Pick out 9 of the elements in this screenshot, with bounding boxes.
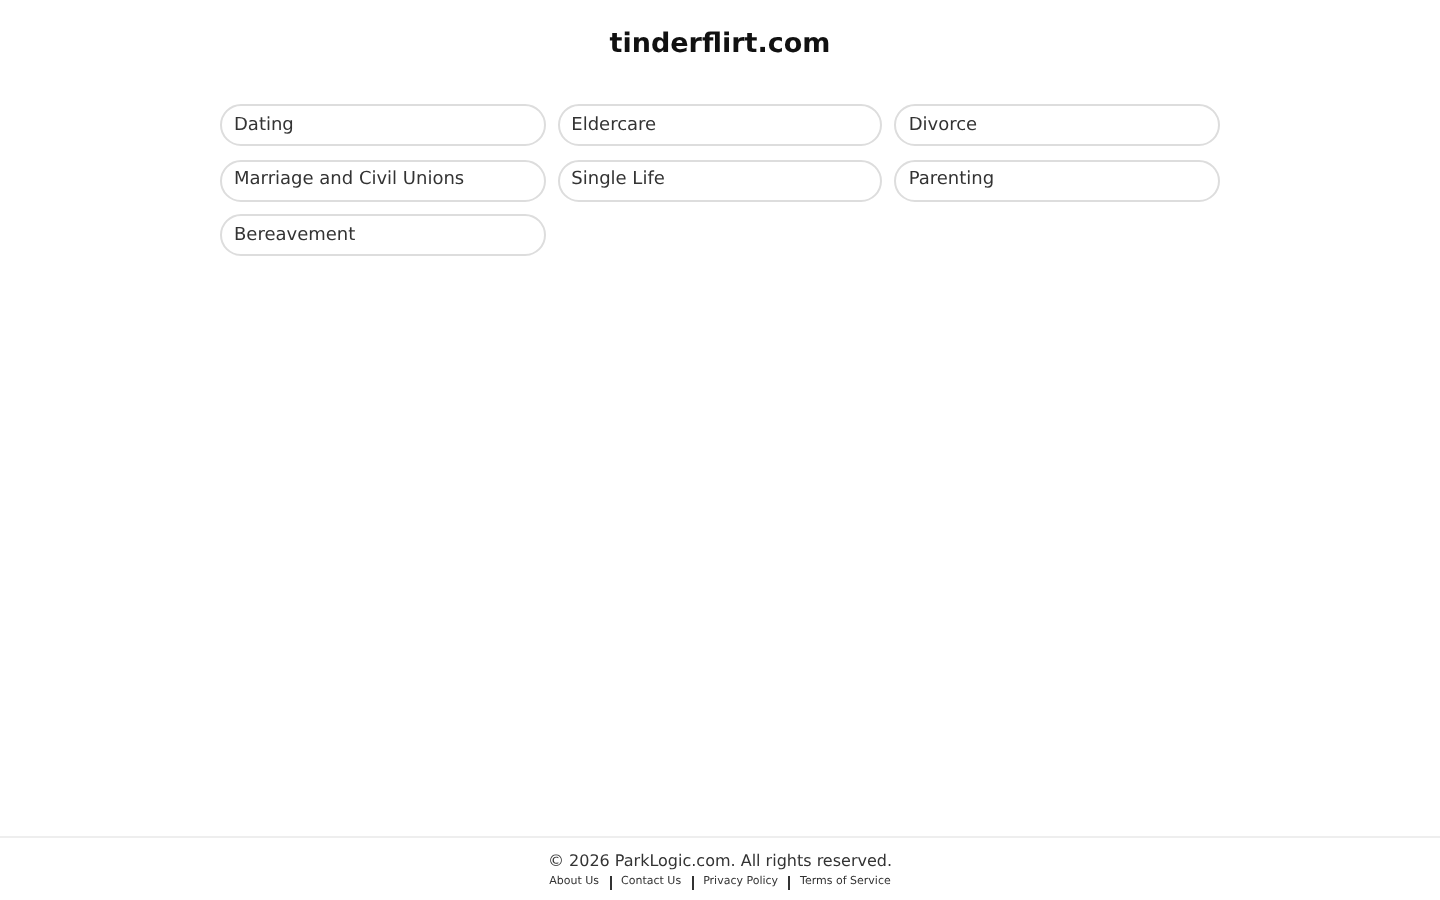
category-link[interactable]: Bereavement (220, 214, 546, 256)
category-link[interactable]: Single Life (557, 159, 883, 201)
category-link[interactable]: Dating (220, 104, 546, 146)
category-link[interactable]: Divorce (894, 104, 1220, 146)
copyright-text: © 2026 ParkLogic.com. All rights reserved. (547, 852, 893, 872)
category-link[interactable]: Eldercare (557, 104, 883, 146)
category-link[interactable]: Parenting (894, 159, 1220, 201)
site-title: tinderflirt.com (609, 26, 831, 62)
category-link[interactable]: Marriage and Civil Unions (220, 159, 546, 201)
